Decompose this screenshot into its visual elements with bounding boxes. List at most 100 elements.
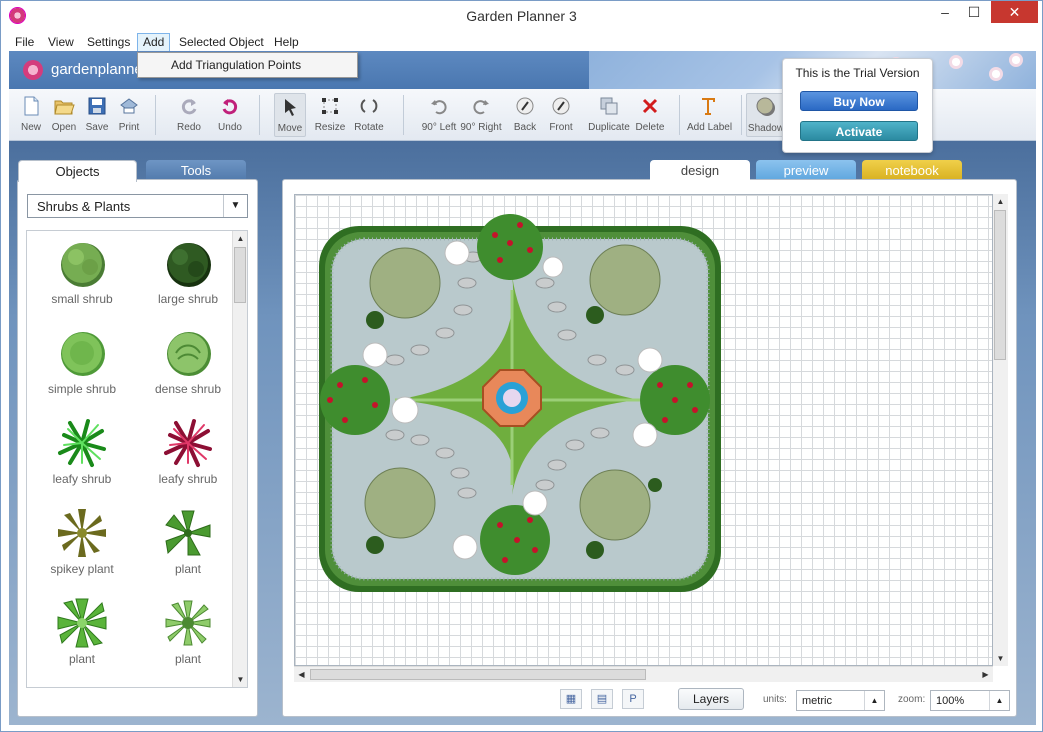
list-item[interactable]: small shrub	[29, 237, 135, 306]
scroll-up-icon[interactable]: ▲	[233, 231, 248, 246]
scroll-down-icon[interactable]: ▼	[233, 672, 248, 687]
undo-button[interactable]: Undo	[209, 93, 251, 137]
maximize-button[interactable]: ☐	[960, 1, 988, 23]
tab-objects[interactable]: Objects	[18, 160, 137, 182]
add-menu-dropdown: Add Triangulation Points	[137, 52, 358, 78]
plant-label: spikey plant	[50, 562, 114, 576]
print-label: Print	[118, 122, 140, 133]
print-button[interactable]: Print	[108, 93, 150, 137]
list-item[interactable]: leafy shrub	[135, 417, 241, 486]
plant-list-scrollbar[interactable]: ▲ ▼	[232, 231, 247, 687]
scroll-thumb[interactable]	[310, 669, 646, 680]
category-select[interactable]: Shrubs & Plants ▼	[27, 194, 248, 218]
front-label: Front	[549, 122, 573, 133]
leafy-shrub-red-icon	[164, 419, 212, 467]
scroll-thumb[interactable]	[994, 210, 1006, 360]
delete-label: Delete	[635, 122, 665, 133]
canvas-vertical-scrollbar[interactable]: ▲ ▼	[993, 194, 1008, 666]
chevron-down-icon[interactable]: ▼	[223, 195, 247, 217]
shadow-button[interactable]: Shadow	[746, 93, 786, 137]
menu-help[interactable]: Help	[268, 33, 305, 52]
title-bar: Garden Planner 3 – ☐ ✕	[1, 1, 1042, 31]
gardenplanner-logo-icon	[23, 60, 43, 80]
delete-button[interactable]: Delete	[629, 93, 671, 137]
rotate-right-icon	[473, 100, 489, 115]
large-shrub-icon	[167, 243, 211, 287]
menu-view[interactable]: View	[42, 33, 80, 52]
rotate-90-right-label: 90° Right	[460, 122, 502, 133]
send-back-icon	[516, 97, 534, 115]
add-label-label: Add Label	[687, 122, 733, 133]
list-item[interactable]: large shrub	[135, 237, 241, 306]
list-item[interactable]: leafy shrub	[29, 417, 135, 486]
front-button[interactable]: Front	[540, 93, 582, 137]
scroll-left-icon[interactable]: ◀	[294, 667, 309, 682]
resize-label: Resize	[314, 122, 346, 133]
tab-design[interactable]: design	[650, 160, 750, 182]
list-item[interactable]: plant	[29, 597, 135, 666]
canvas-horizontal-scrollbar[interactable]: ◀ ▶	[294, 666, 993, 682]
redo-icon	[181, 99, 197, 115]
list-item[interactable]: plant	[135, 597, 241, 666]
units-label: units:	[763, 694, 787, 705]
resize-button[interactable]: Resize	[309, 93, 351, 137]
shadow-label: Shadow	[747, 123, 785, 134]
redo-label: Redo	[177, 122, 201, 133]
new-file-icon	[24, 96, 39, 116]
redo-button[interactable]: Redo	[168, 93, 210, 137]
list-item[interactable]: simple shrub	[29, 327, 135, 396]
leafy-shrub-green-icon	[58, 419, 106, 467]
category-value: Shrubs & Plants	[37, 199, 131, 214]
add-label-button[interactable]: Add Label	[687, 93, 733, 137]
menu-settings[interactable]: Settings	[81, 33, 136, 52]
move-label: Move	[277, 123, 303, 134]
duplicate-icon	[600, 97, 618, 115]
list-item[interactable]: spikey plant	[29, 507, 135, 576]
units-select[interactable]: metric ▲	[796, 690, 885, 711]
text-icon	[702, 98, 715, 115]
chevron-up-icon[interactable]: ▲	[864, 691, 884, 710]
menu-selected-object[interactable]: Selected Object	[173, 33, 270, 52]
rotate-label: Rotate	[354, 122, 384, 133]
plant-green-icon	[57, 598, 107, 648]
scroll-up-icon[interactable]: ▲	[993, 194, 1008, 209]
add-triangulation-points-item[interactable]: Add Triangulation Points	[171, 58, 301, 72]
scroll-down-icon[interactable]: ▼	[993, 651, 1008, 666]
rotate-button[interactable]: Rotate	[348, 93, 390, 137]
bring-front-icon	[552, 97, 570, 115]
plant-label: plant	[68, 652, 96, 666]
ruler-icon[interactable]: ▤	[591, 689, 613, 709]
garden-design[interactable]	[295, 195, 993, 666]
grid-toggle-icon[interactable]: ▦	[560, 689, 582, 709]
rotate-90-right-button[interactable]: 90° Right	[460, 93, 502, 137]
close-button[interactable]: ✕	[991, 1, 1038, 23]
minimize-button[interactable]: –	[931, 1, 959, 23]
plant-label: plant	[174, 652, 202, 666]
plant-list-button[interactable]: P	[622, 689, 644, 709]
plant-list: small shrub large shrub simple shrub den…	[26, 230, 248, 688]
layers-button[interactable]: Layers	[678, 688, 744, 710]
rotate-90-left-button[interactable]: 90° Left	[418, 93, 460, 137]
plant-label: simple shrub	[47, 382, 117, 396]
scroll-thumb[interactable]	[234, 247, 246, 303]
banner-logo-text: gardenplanner	[51, 61, 148, 78]
chevron-up-icon[interactable]: ▲	[989, 691, 1009, 710]
duplicate-button[interactable]: Duplicate	[588, 93, 630, 137]
list-item[interactable]: plant	[135, 507, 241, 576]
design-canvas[interactable]	[294, 194, 993, 666]
menu-add[interactable]: Add	[137, 33, 171, 52]
plant-label: small shrub	[51, 292, 113, 306]
scroll-right-icon[interactable]: ▶	[978, 667, 993, 682]
trial-popup: This is the Trial Version Buy Now Activa…	[782, 58, 933, 153]
activate-button[interactable]: Activate	[800, 121, 918, 141]
zoom-select[interactable]: 100% ▲	[930, 690, 1010, 711]
plant-label: leafy shrub	[158, 472, 218, 486]
buy-now-button[interactable]: Buy Now	[800, 91, 918, 111]
plant-label: dense shrub	[154, 382, 222, 396]
menu-file[interactable]: File	[9, 33, 40, 52]
list-item[interactable]: dense shrub	[135, 327, 241, 396]
resize-icon	[322, 98, 338, 114]
plant-label: plant	[174, 562, 202, 576]
move-button[interactable]: Move	[274, 93, 306, 137]
simple-shrub-icon	[61, 332, 105, 376]
